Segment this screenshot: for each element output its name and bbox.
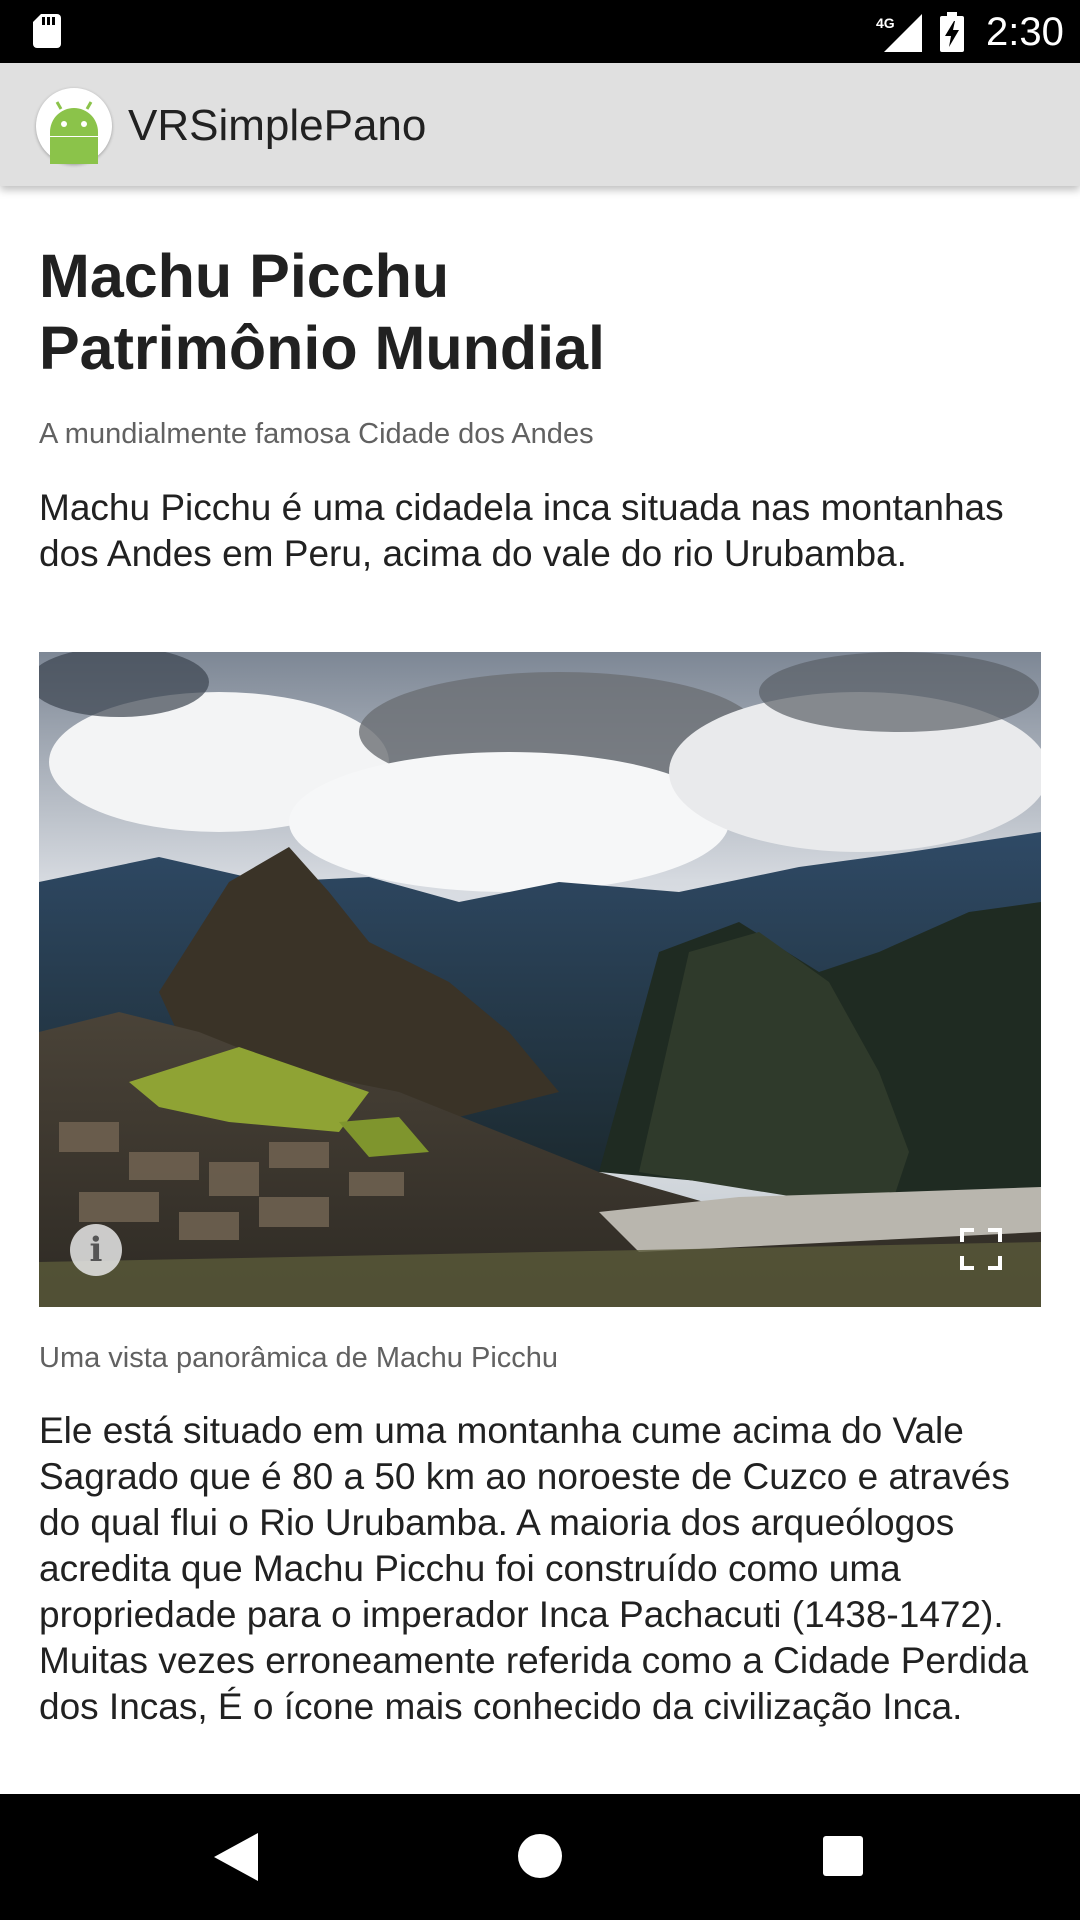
back-icon[interactable] [214,1833,258,1881]
panorama-caption: Uma vista panorâmica de Machu Picchu [39,1342,559,1374]
page-title: Machu Picchu Patrimônio Mundial [39,240,1041,384]
article-intro: Machu Picchu é uma cidadela inca situada… [39,487,1004,574]
cell-signal-icon: 4G [876,14,922,52]
sd-card-icon [33,14,61,48]
info-icon[interactable]: i [70,1224,122,1276]
panorama-view[interactable]: i [39,652,1041,1307]
navigation-bar [0,1794,1080,1920]
network-type-label: 4G [876,15,895,31]
article-subtitle: A mundialmente famosa Cidade dos Andes [39,418,594,450]
app-bar: VRSimplePano [0,63,1080,186]
recents-icon[interactable] [823,1836,863,1876]
android-icon [50,101,98,164]
battery-charging-icon [940,12,964,52]
page-title-line2: Patrimônio Mundial [39,314,605,382]
panorama-image[interactable] [39,652,1041,1307]
article-body: Ele está situado em uma montanha cume ac… [39,1410,1029,1727]
app-logo [36,88,112,164]
fullscreen-icon[interactable] [960,1228,1002,1270]
page-title-line1: Machu Picchu [39,242,450,310]
status-clock: 2:30 [986,10,1064,54]
app-title: VRSimplePano [128,101,427,150]
status-bar: 4G 2:30 [0,0,1080,63]
home-icon[interactable] [518,1834,562,1878]
